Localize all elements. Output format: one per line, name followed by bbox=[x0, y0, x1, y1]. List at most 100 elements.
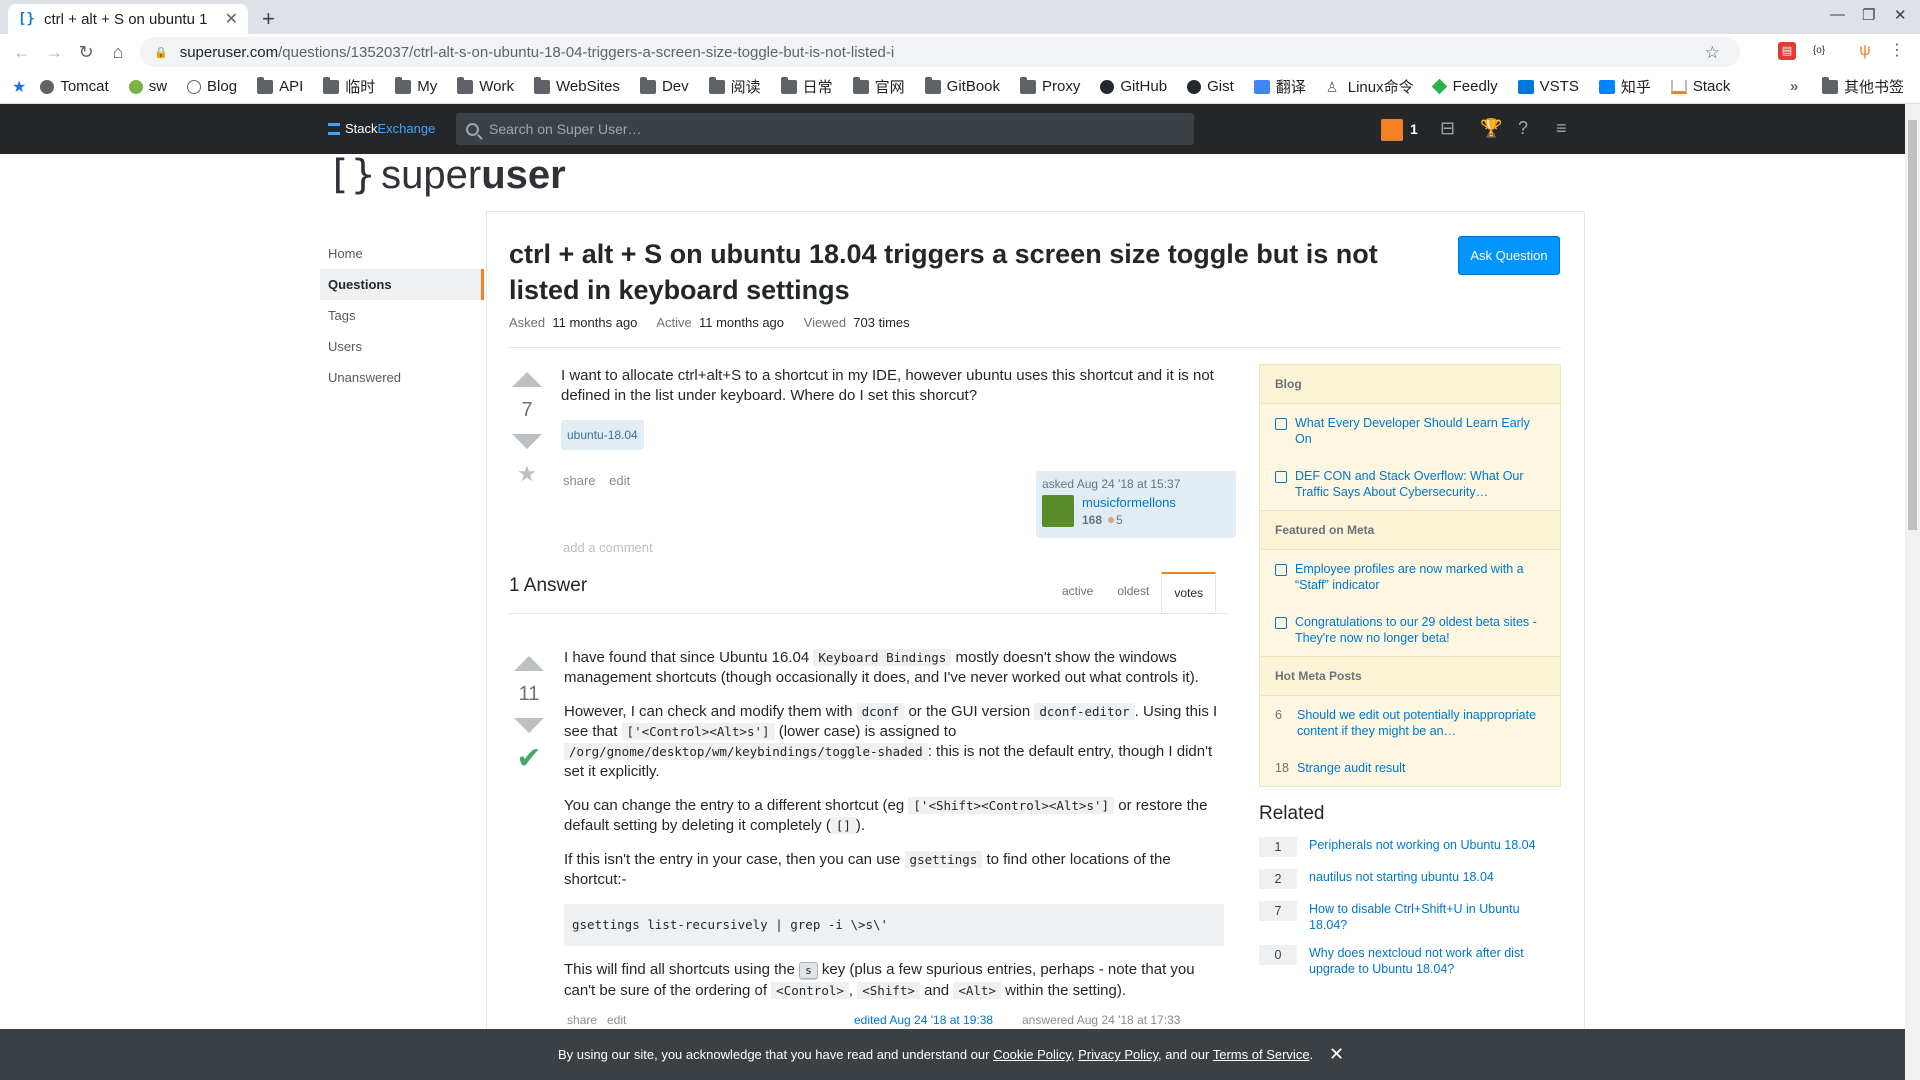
bookmark-linshi[interactable]: 临时 bbox=[323, 76, 375, 97]
bookmark-github[interactable]: GitHub bbox=[1100, 78, 1167, 95]
stackexchange-logo[interactable]: Stack Exchange bbox=[328, 121, 435, 136]
answer-paragraph: This will find all shortcuts using the s… bbox=[564, 961, 1195, 999]
add-comment-link[interactable]: add a comment bbox=[563, 540, 653, 555]
question-vote-count: 7 bbox=[521, 399, 533, 421]
bookmark-stack[interactable]: Stack bbox=[1670, 78, 1730, 95]
bookmark-other[interactable]: 其他书签 bbox=[1822, 76, 1904, 97]
site-search-input[interactable]: Search on Super User… bbox=[456, 113, 1194, 145]
question-vote-cell: 7 ★ bbox=[507, 372, 547, 487]
user-avatar[interactable] bbox=[1381, 119, 1403, 141]
bookmark-api[interactable]: API bbox=[257, 76, 303, 95]
downvote-arrow-icon[interactable] bbox=[512, 434, 542, 449]
user-avatar[interactable] bbox=[1042, 495, 1074, 527]
nav-users[interactable]: Users bbox=[320, 331, 484, 362]
cookie-policy-link[interactable]: Cookie Policy bbox=[993, 1047, 1071, 1062]
page-scrollbar[interactable] bbox=[1905, 104, 1920, 1080]
bookmark-proxy[interactable]: Proxy bbox=[1020, 76, 1080, 95]
bookmark-linux[interactable]: ♙ Linux命令 bbox=[1326, 76, 1414, 97]
extension-json-icon[interactable]: {o} bbox=[1810, 42, 1828, 60]
edited-timestamp[interactable]: edited Aug 24 '18 at 19:38 bbox=[854, 1013, 993, 1027]
bookmark-sw[interactable]: sw bbox=[128, 78, 167, 95]
scrollbar-thumb[interactable] bbox=[1908, 120, 1917, 530]
bulletin-item[interactable]: 6 Should we edit out potentially inapprop… bbox=[1260, 696, 1560, 749]
bookmark-vsts[interactable]: VSTS bbox=[1517, 78, 1579, 95]
bookmark-blog[interactable]: Blog bbox=[187, 78, 237, 95]
close-tab-icon[interactable]: ✕ bbox=[225, 9, 238, 29]
edit-link[interactable]: edit bbox=[607, 1013, 626, 1027]
bulletin-item[interactable]: What Every Developer Should Learn Early … bbox=[1260, 404, 1560, 457]
answer-paragraph: I have found that since Ubuntu 16.04 Key… bbox=[564, 649, 1199, 686]
edit-link[interactable]: edit bbox=[609, 473, 630, 488]
new-tab-button[interactable]: + bbox=[262, 6, 275, 32]
related-header: Related bbox=[1259, 803, 1325, 824]
nav-tags[interactable]: Tags bbox=[320, 300, 484, 331]
achievements-trophy-icon[interactable]: 🏆 bbox=[1480, 118, 1502, 139]
back-button[interactable]: ← bbox=[6, 42, 38, 63]
site-switcher-icon[interactable]: ≡ bbox=[1556, 118, 1567, 139]
bookmark-dev[interactable]: Dev bbox=[639, 76, 689, 95]
nav-home[interactable]: Home bbox=[320, 238, 484, 269]
downvote-arrow-icon[interactable] bbox=[514, 718, 544, 733]
related-item[interactable]: 7 How to disable Ctrl+Shift+U in Ubuntu 1… bbox=[1259, 901, 1561, 933]
related-item[interactable]: 2 nautilus not starting ubuntu 18.04 bbox=[1259, 869, 1561, 889]
bookmark-richang[interactable]: 日常 bbox=[780, 76, 833, 97]
share-link[interactable]: share bbox=[563, 473, 596, 488]
tab-votes[interactable]: votes bbox=[1161, 572, 1217, 612]
help-icon[interactable]: ? bbox=[1518, 118, 1528, 139]
bookmark-websites[interactable]: WebSites bbox=[534, 76, 620, 95]
cookie-consent-banner: By using our site, you acknowledge that … bbox=[0, 1029, 1905, 1080]
bookmark-gitbook[interactable]: GitBook bbox=[924, 76, 1000, 95]
bookmark-work[interactable]: Work bbox=[457, 76, 514, 95]
bulletin-item[interactable]: Congratulations to our 29 oldest beta si… bbox=[1260, 603, 1560, 656]
address-bar[interactable]: 🔒 superuser.com/questions/1352037/ctrl-a… bbox=[140, 37, 1740, 67]
tab-active[interactable]: active bbox=[1050, 572, 1105, 612]
bulletin-item[interactable]: Employee profiles are now marked with a … bbox=[1260, 550, 1560, 603]
restore-window-button[interactable]: ❐ bbox=[1862, 6, 1875, 24]
upvote-arrow-icon[interactable] bbox=[512, 372, 542, 387]
bookmark-gist[interactable]: Gist bbox=[1187, 78, 1234, 95]
nav-questions[interactable]: Questions bbox=[320, 269, 484, 300]
favorite-star-icon[interactable]: ★ bbox=[507, 461, 547, 487]
upvote-arrow-icon[interactable] bbox=[514, 656, 544, 671]
bookmark-yuedu[interactable]: 阅读 bbox=[708, 76, 761, 97]
user-name-link[interactable]: musicformellons bbox=[1082, 495, 1176, 510]
bookmark-zhihu[interactable]: 知乎 bbox=[1598, 76, 1651, 97]
inbox-icon[interactable]: ⊟ bbox=[1440, 118, 1455, 139]
related-item[interactable]: 0 Why does nextcloud not work after dist … bbox=[1259, 945, 1561, 977]
nav-unanswered[interactable]: Unanswered bbox=[320, 362, 484, 393]
extension-profile-icon[interactable]: ψ bbox=[1856, 42, 1874, 60]
extension-red-icon[interactable]: ▤ bbox=[1778, 42, 1796, 60]
related-item[interactable]: 1 Peripherals not working on Ubuntu 18.04 bbox=[1259, 837, 1561, 857]
bulletin-item[interactable]: DEF CON and Stack Overflow: What Our Tra… bbox=[1260, 457, 1560, 510]
terms-of-service-link[interactable]: Terms of Service bbox=[1213, 1047, 1310, 1062]
ask-question-button[interactable]: Ask Question bbox=[1458, 236, 1560, 275]
close-banner-icon[interactable]: ✕ bbox=[1329, 1029, 1344, 1080]
question-title[interactable]: ctrl + alt + S on ubuntu 18.04 triggers … bbox=[509, 236, 1419, 308]
browser-tab[interactable]: [} ctrl + alt + S on ubuntu 1 ✕ bbox=[8, 4, 248, 34]
answers-count: 1 Answer bbox=[509, 575, 588, 596]
bulletin-item[interactable]: 18 Strange audit result bbox=[1260, 749, 1560, 786]
forward-button[interactable]: → bbox=[38, 42, 70, 63]
question-tag[interactable]: ubuntu-18.04 bbox=[561, 420, 644, 450]
minimize-window-button[interactable]: — bbox=[1830, 6, 1845, 23]
reload-button[interactable]: ↻ bbox=[70, 42, 102, 63]
close-window-button[interactable]: ✕ bbox=[1894, 6, 1907, 24]
share-link[interactable]: share bbox=[567, 1013, 597, 1027]
search-icon bbox=[466, 122, 479, 136]
folder-icon bbox=[639, 76, 656, 94]
bookmark-guanwang[interactable]: 官网 bbox=[852, 76, 905, 97]
linux-icon: ♙ bbox=[1325, 78, 1339, 95]
browser-menu-icon[interactable]: ⋮ bbox=[1888, 42, 1906, 60]
bookmark-feedly[interactable]: Feedly bbox=[1431, 78, 1498, 95]
home-button[interactable]: ⌂ bbox=[102, 42, 134, 63]
tab-oldest[interactable]: oldest bbox=[1105, 572, 1161, 612]
bookmark-tomcat[interactable]: Tomcat bbox=[40, 78, 109, 95]
speech-bubble-icon bbox=[1275, 471, 1287, 483]
privacy-policy-link[interactable]: Privacy Policy bbox=[1078, 1047, 1158, 1062]
superuser-logo[interactable]: [} superuser bbox=[327, 152, 566, 198]
bookmark-my[interactable]: My bbox=[395, 76, 437, 95]
bookmark-star-icon[interactable]: ☆ bbox=[1705, 43, 1720, 63]
bookmark-fanyi[interactable]: 翻译 bbox=[1253, 76, 1306, 97]
bookmarks-overflow-chevron[interactable]: » bbox=[1790, 78, 1798, 95]
bookmark-star-icon[interactable]: ★ bbox=[12, 77, 26, 97]
